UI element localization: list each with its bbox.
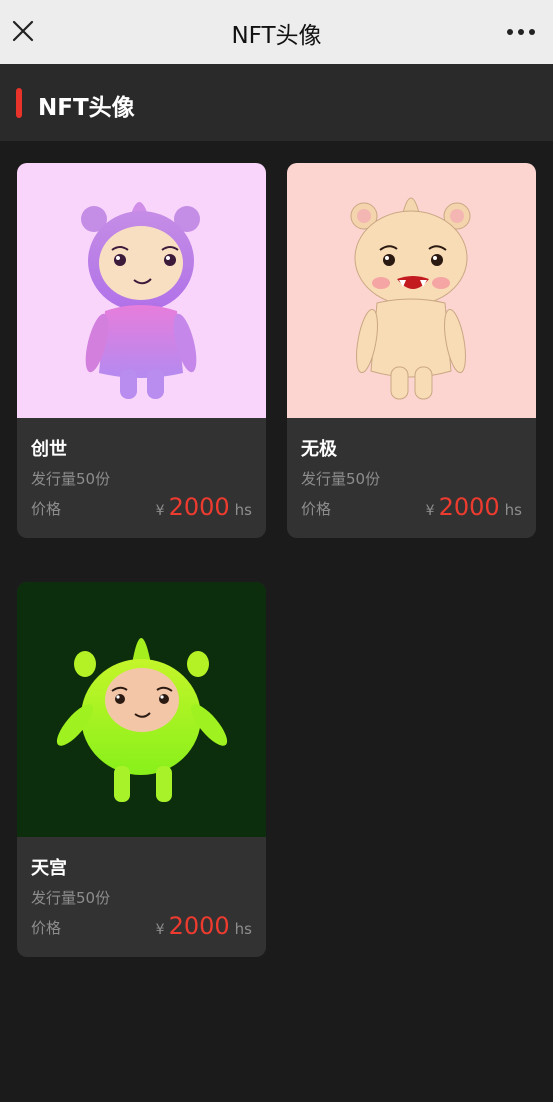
nft-name: 无极 (301, 439, 337, 460)
nft-price: ¥ 2000 hs (156, 912, 252, 940)
price-label: 价格 (31, 500, 62, 518)
section-header: NFT头像 (0, 64, 553, 141)
price-amount: 2000 (168, 493, 230, 521)
more-dot (518, 29, 524, 35)
nft-supply: 发行量50份 (31, 889, 111, 907)
price-label: 价格 (301, 500, 332, 518)
more-dot (529, 29, 535, 35)
price-amount: 2000 (168, 912, 230, 940)
nft-avatar-image (17, 582, 266, 837)
nft-card-tiangong[interactable]: 天宫 发行量50份 价格 ¥ 2000 hs (17, 582, 266, 957)
price-unit: hs (234, 501, 252, 519)
nft-avatar-image (287, 163, 536, 418)
page-title: NFT头像 (231, 23, 322, 49)
price-unit: hs (234, 920, 252, 938)
price-unit: hs (504, 501, 522, 519)
section-accent-bar (16, 88, 22, 118)
more-icon[interactable] (507, 20, 535, 44)
currency-symbol: ¥ (155, 503, 165, 519)
more-dot (507, 29, 513, 35)
title-bar: NFT头像 (0, 0, 553, 64)
section-title: NFT头像 (38, 95, 135, 121)
price-amount: 2000 (438, 493, 500, 521)
nft-supply: 发行量50份 (301, 470, 381, 488)
nft-price: ¥ 2000 hs (426, 493, 522, 521)
price-label: 价格 (31, 919, 62, 937)
nft-avatar-image (17, 163, 266, 418)
nft-price: ¥ 2000 hs (156, 493, 252, 521)
nft-card-wuji[interactable]: 无极 发行量50份 价格 ¥ 2000 hs (287, 163, 536, 538)
nft-supply: 发行量50份 (31, 470, 111, 488)
nft-name: 天宫 (31, 858, 67, 879)
currency-symbol: ¥ (425, 503, 435, 519)
nft-name: 创世 (31, 439, 67, 460)
nft-card-chuangshi[interactable]: 创世 发行量50份 价格 ¥ 2000 hs (17, 163, 266, 538)
currency-symbol: ¥ (155, 922, 165, 938)
